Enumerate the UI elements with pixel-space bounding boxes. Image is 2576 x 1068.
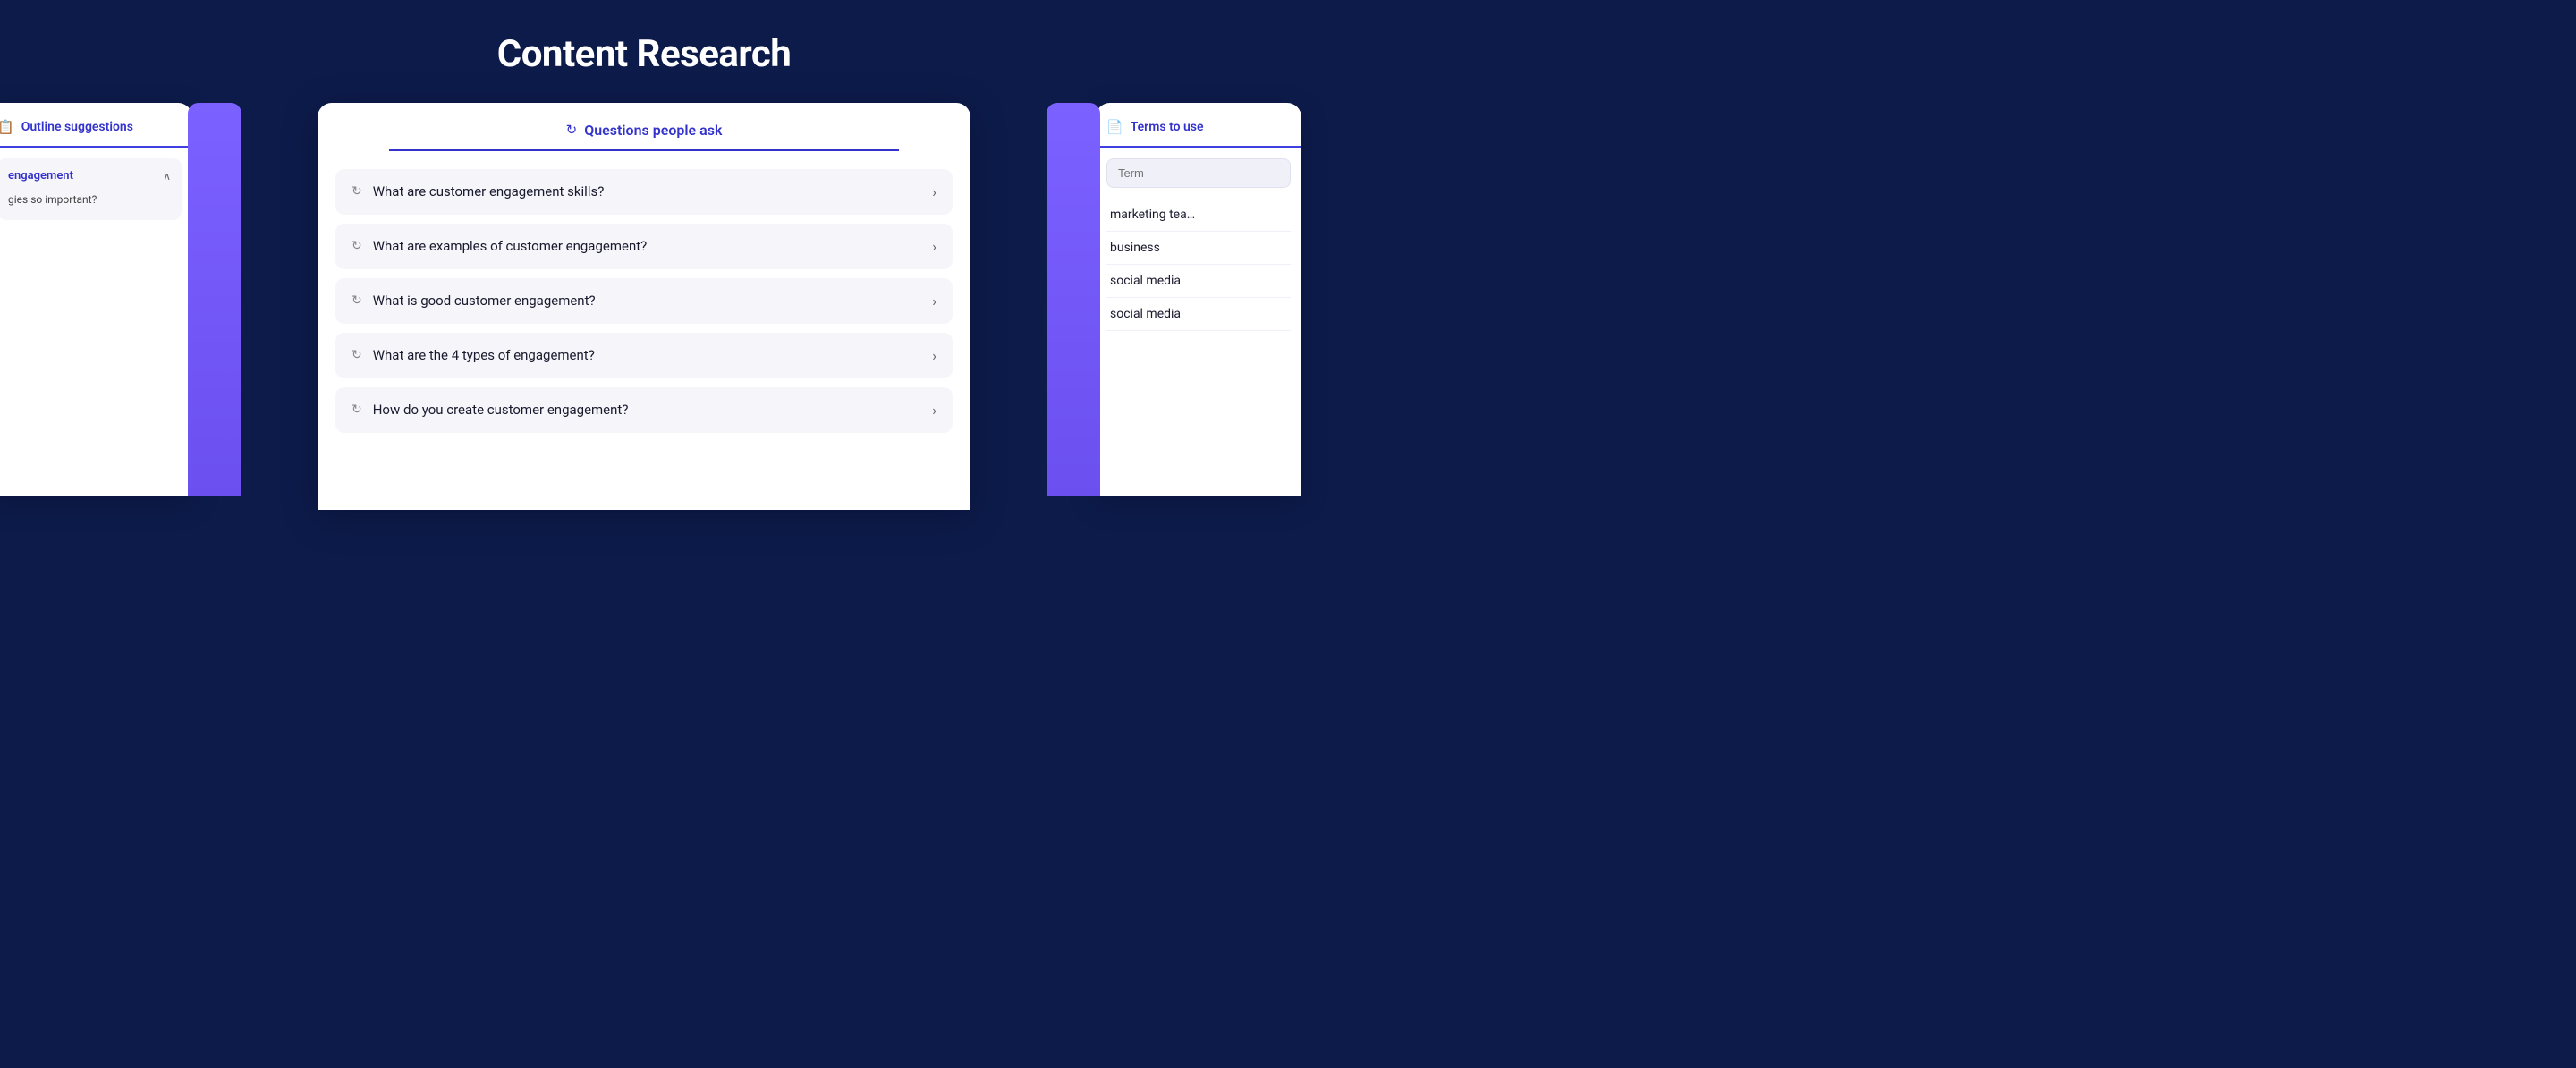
question-refresh-icon: ↻ [352, 348, 362, 362]
question-left: ↻ How do you create customer engagement? [352, 402, 628, 418]
question-item[interactable]: ↻ What are customer engagement skills? › [335, 169, 953, 215]
question-refresh-icon: ↻ [352, 184, 362, 199]
question-left: ↻ What is good customer engagement? [352, 292, 596, 309]
chevron-up-icon[interactable]: ∧ [163, 170, 171, 182]
question-text: How do you create customer engagement? [373, 402, 629, 418]
question-text: What is good customer engagement? [373, 292, 596, 309]
term-item: business [1106, 232, 1291, 265]
right-panel-tab[interactable]: 📄 Terms to use [1096, 103, 1301, 148]
question-refresh-icon: ↻ [352, 403, 362, 417]
left-panel-content: engagement ∧ gies so important? [0, 148, 192, 240]
question-left: ↻ What are examples of customer engageme… [352, 238, 647, 254]
term-item: social media [1106, 265, 1291, 298]
chevron-right-icon: › [932, 347, 936, 364]
right-panel-content: marketing tea…businesssocial mediasocial… [1096, 148, 1301, 342]
right-panel-tab-label: Terms to use [1131, 120, 1204, 134]
chevron-right-icon: › [932, 292, 936, 309]
questions-list: ↻ What are customer engagement skills? ›… [318, 169, 970, 433]
question-left: ↻ What are the 4 types of engagement? [352, 347, 595, 363]
left-panel: 📋 Outline suggestions engagement ∧ gies … [0, 103, 192, 496]
term-item: marketing tea… [1106, 199, 1291, 232]
question-item[interactable]: ↻ What is good customer engagement? › [335, 278, 953, 324]
center-panel: ↻ Questions people ask ↻ What are custom… [318, 103, 970, 510]
terms-icon: 📄 [1106, 119, 1123, 135]
question-text: What are customer engagement skills? [373, 183, 605, 199]
section-item: gies so important? [8, 190, 171, 209]
center-panel-tab[interactable]: ↻ Questions people ask [389, 103, 899, 151]
left-panel-tab[interactable]: 📋 Outline suggestions [0, 103, 192, 148]
left-panel-tab-label: Outline suggestions [21, 120, 133, 134]
chevron-right-icon: › [932, 238, 936, 255]
left-panel-section: engagement ∧ gies so important? [0, 158, 182, 220]
purple-bar-right [1046, 103, 1100, 496]
purple-bar-left [188, 103, 242, 496]
outline-icon: 📋 [0, 119, 14, 135]
questions-icon: ↻ [566, 122, 578, 138]
term-item: social media [1106, 298, 1291, 331]
section-header: engagement ∧ [8, 169, 171, 182]
question-left: ↻ What are customer engagement skills? [352, 183, 604, 199]
center-tab-inner: ↻ Questions people ask [566, 122, 723, 139]
question-item[interactable]: ↻ How do you create customer engagement?… [335, 387, 953, 433]
page-title: Content Research [0, 0, 1288, 103]
question-refresh-icon: ↻ [352, 239, 362, 253]
question-item[interactable]: ↻ What are the 4 types of engagement? › [335, 333, 953, 378]
question-text: What are examples of customer engagement… [373, 238, 648, 254]
right-panel: 📄 Terms to use marketing tea…businesssoc… [1096, 103, 1301, 496]
question-refresh-icon: ↻ [352, 293, 362, 308]
center-tab-label: Questions people ask [584, 122, 722, 139]
chevron-right-icon: › [932, 402, 936, 419]
panels-container: 📋 Outline suggestions engagement ∧ gies … [0, 103, 1288, 530]
term-filter-input[interactable] [1106, 158, 1291, 188]
chevron-right-icon: › [932, 183, 936, 200]
question-item[interactable]: ↻ What are examples of customer engageme… [335, 224, 953, 269]
section-title: engagement [8, 169, 73, 182]
question-text: What are the 4 types of engagement? [373, 347, 595, 363]
